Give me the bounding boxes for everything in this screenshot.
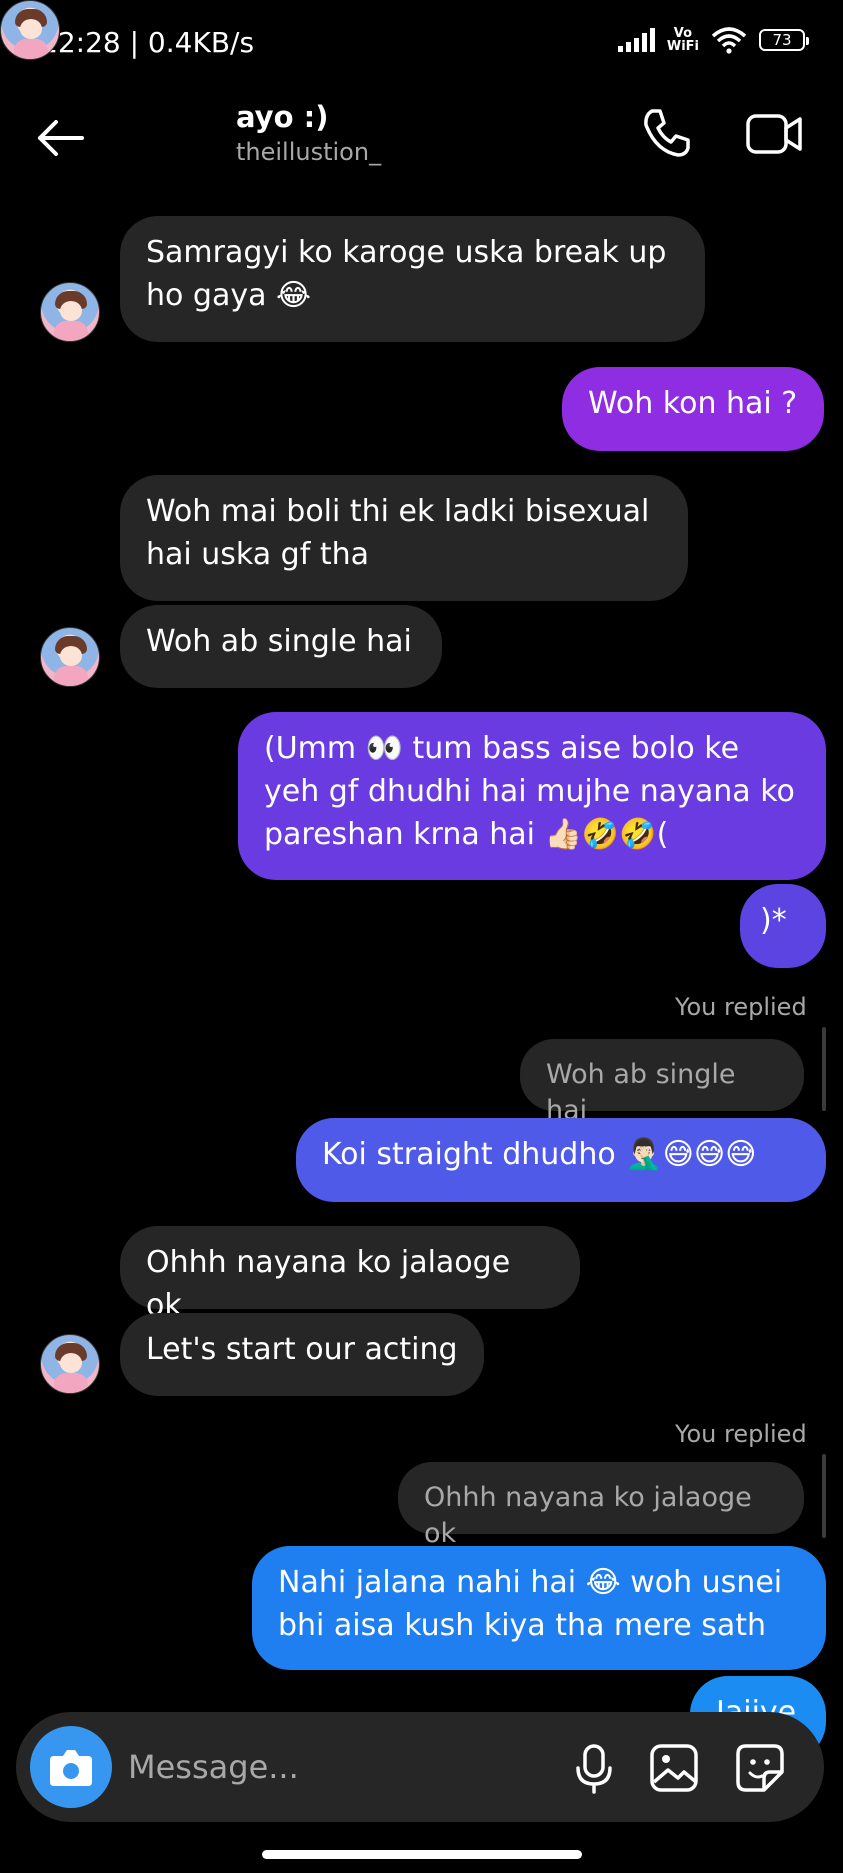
contact-name[interactable]: ayo :) xyxy=(236,100,328,134)
reply-label: You replied xyxy=(675,993,807,1021)
vowifi-bottom: WiFi xyxy=(666,39,699,54)
header-avatar[interactable] xyxy=(0,0,60,60)
camera-icon xyxy=(50,1750,92,1786)
home-indicator[interactable] xyxy=(262,1850,582,1859)
reply-label: You replied xyxy=(675,1420,807,1448)
incoming-message[interactable]: Woh mai boli thi ek ladki bisexual hai u… xyxy=(120,475,688,601)
back-arrow-icon[interactable] xyxy=(34,112,86,164)
gallery-icon[interactable] xyxy=(646,1740,702,1796)
outgoing-message[interactable]: Woh kon hai ? xyxy=(562,367,824,451)
phone-icon[interactable] xyxy=(640,107,692,159)
incoming-message[interactable]: Ohhh nayana ko jalaoge ok xyxy=(120,1226,580,1323)
contact-username[interactable]: theillustion_ xyxy=(236,138,381,166)
message-input[interactable]: Message... xyxy=(128,1748,299,1786)
incoming-message[interactable]: Let's start our acting xyxy=(120,1313,484,1396)
incoming-message[interactable]: Samragyi ko karoge uska break up ho gaya… xyxy=(120,216,705,342)
status-icons: Vo WiFi 73 xyxy=(617,26,809,54)
wifi-icon xyxy=(711,27,747,54)
outgoing-message[interactable]: (Umm 👀 tum bass aise bolo ke yeh gf dhud… xyxy=(238,712,826,880)
outgoing-message[interactable]: )* xyxy=(740,884,826,968)
camera-button[interactable] xyxy=(30,1726,112,1808)
sticker-icon[interactable] xyxy=(732,1740,788,1796)
battery-icon: 73 xyxy=(759,29,809,51)
incoming-message[interactable]: Woh ab single hai xyxy=(120,605,442,688)
battery-level: 73 xyxy=(772,31,792,49)
sender-avatar[interactable] xyxy=(40,1334,100,1394)
status-time: 12:28 | 0.4KB/s xyxy=(40,26,255,59)
signal-icon xyxy=(617,28,655,52)
outgoing-message[interactable]: Koi straight dhudho 🤦🏻‍♂️😅😅😅 xyxy=(296,1118,826,1202)
outgoing-message[interactable]: Nahi jalana nahi hai 😂 woh usnei bhi ais… xyxy=(252,1546,826,1670)
reply-quote[interactable]: Woh ab single hai xyxy=(520,1039,804,1126)
microphone-icon[interactable] xyxy=(566,1740,622,1796)
status-bar: 12:28 | 0.4KB/s Vo WiFi 73 xyxy=(0,0,843,90)
sender-avatar[interactable] xyxy=(40,282,100,342)
video-call-icon[interactable] xyxy=(745,108,803,160)
vowifi-icon: Vo WiFi xyxy=(667,27,699,53)
message-composer: Message... xyxy=(16,1712,824,1822)
reply-quote[interactable]: Ohhh nayana ko jalaoge ok xyxy=(398,1462,804,1549)
sender-avatar[interactable] xyxy=(40,627,100,687)
reply-bar xyxy=(822,1027,826,1111)
reply-bar xyxy=(822,1454,826,1538)
